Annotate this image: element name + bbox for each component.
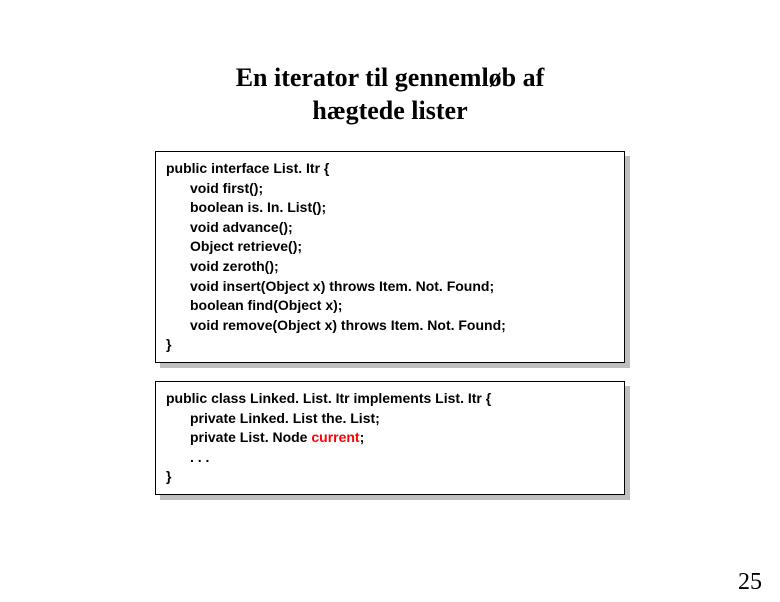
code-line: void advance();: [166, 218, 614, 238]
code-line: }: [166, 467, 614, 487]
code-line: boolean is. In. List();: [166, 198, 614, 218]
highlight-current: current: [311, 429, 359, 445]
slide-title: En iterator til gennemløb af hægtede lis…: [0, 62, 780, 127]
code-line: void zeroth();: [166, 257, 614, 277]
code-line: }: [166, 335, 614, 355]
page-number: 25: [738, 569, 762, 596]
code-line: public class Linked. List. Itr implement…: [166, 389, 614, 409]
code-line: . . .: [166, 448, 614, 468]
code-box: public interface List. Itr { void first(…: [155, 151, 625, 363]
code-text: ;: [360, 429, 365, 445]
code-block-class: public class Linked. List. Itr implement…: [155, 381, 625, 495]
code-line: boolean find(Object x);: [166, 296, 614, 316]
code-line: public interface List. Itr {: [166, 159, 614, 179]
code-line: void first();: [166, 179, 614, 199]
code-line: void remove(Object x) throws Item. Not. …: [166, 316, 614, 336]
code-line: void insert(Object x) throws Item. Not. …: [166, 277, 614, 297]
code-line: private List. Node current;: [166, 428, 614, 448]
code-block-interface: public interface List. Itr { void first(…: [155, 151, 625, 363]
title-line-2: hægtede lister: [0, 95, 780, 128]
code-box: public class Linked. List. Itr implement…: [155, 381, 625, 495]
title-line-1: En iterator til gennemløb af: [0, 62, 780, 95]
code-line: Object retrieve();: [166, 237, 614, 257]
code-text: private List. Node: [190, 429, 311, 445]
code-line: private Linked. List the. List;: [166, 409, 614, 429]
